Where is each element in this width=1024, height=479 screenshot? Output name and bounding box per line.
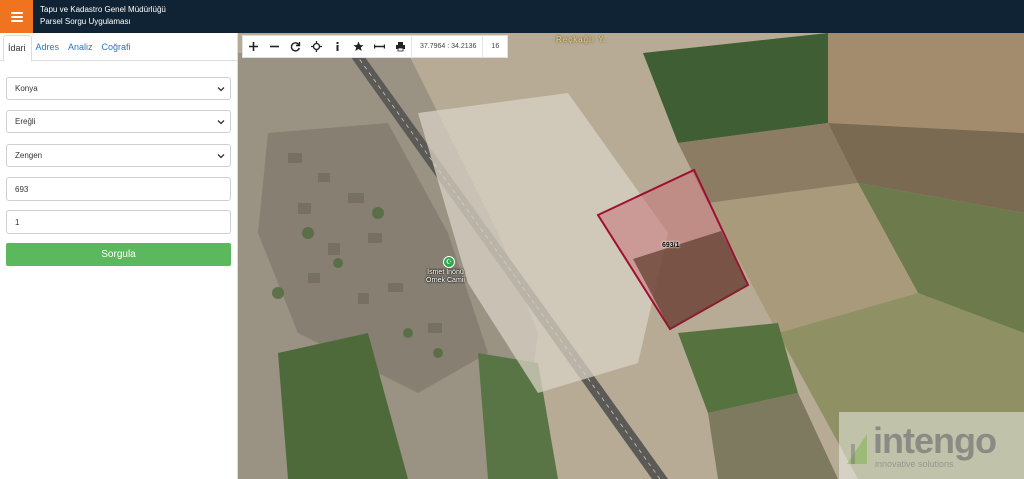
info-icon bbox=[336, 42, 339, 51]
star-icon bbox=[353, 41, 364, 51]
app-title-line2: Parsel Sorgu Uygulaması bbox=[40, 17, 131, 26]
poi-label-line2: Örnek Camii bbox=[426, 277, 465, 284]
query-button[interactable]: Sorgula bbox=[6, 243, 231, 266]
chevron-down-icon bbox=[217, 87, 225, 92]
measure-button[interactable] bbox=[369, 36, 390, 57]
locate-button[interactable] bbox=[306, 36, 327, 57]
panel-tabs: İdari Adres Analiz Coğrafi bbox=[0, 33, 237, 62]
zoom-out-button[interactable] bbox=[264, 36, 285, 57]
district-value: Ereğli bbox=[15, 117, 36, 126]
tab-analiz[interactable]: Analiz bbox=[64, 33, 98, 61]
chevron-down-icon bbox=[217, 120, 225, 125]
logo-subtext: innovative solutions bbox=[875, 459, 954, 469]
coordinate-readout: 37.7964 : 34.2136 bbox=[411, 35, 482, 58]
minus-icon bbox=[270, 45, 279, 48]
province-value: Konya bbox=[15, 84, 38, 93]
measure-icon bbox=[374, 44, 385, 49]
poi-label-line1: İsmet İnönü bbox=[427, 269, 464, 276]
hamburger-icon bbox=[10, 11, 23, 22]
zoom-level: 16 bbox=[482, 35, 507, 58]
logo-mark-icon bbox=[847, 434, 867, 464]
tab-adres[interactable]: Adres bbox=[32, 33, 65, 61]
chevron-down-icon bbox=[217, 154, 225, 159]
parcel-label: 693/1 bbox=[662, 242, 680, 249]
plus-icon bbox=[249, 42, 258, 51]
refresh-icon bbox=[290, 42, 301, 52]
print-icon bbox=[396, 42, 405, 52]
refresh-button[interactable] bbox=[285, 36, 306, 57]
poi-label: İsmet İnönü Örnek Camii bbox=[426, 269, 465, 285]
province-select[interactable]: Konya bbox=[6, 77, 231, 100]
logo-text: intengo bbox=[873, 420, 997, 461]
parcel-number-input[interactable]: 1 bbox=[6, 210, 231, 234]
tab-cografi[interactable]: Coğrafi bbox=[98, 33, 136, 61]
print-button[interactable] bbox=[390, 36, 411, 57]
app-header: Tapu ve Kadastro Genel Müdürlüğü Parsel … bbox=[0, 0, 1024, 33]
tab-idari[interactable]: İdari bbox=[3, 35, 32, 62]
block-number-input[interactable]: 693 bbox=[6, 177, 231, 201]
zoom-in-button[interactable] bbox=[243, 36, 264, 57]
app-title-line1: Tapu ve Kadastro Genel Müdürlüğü bbox=[40, 5, 166, 14]
favorite-button[interactable] bbox=[348, 36, 369, 57]
map-toolbar: 37.7964 : 34.2136 16 bbox=[242, 35, 509, 58]
place-label: Reçkağlı Y. bbox=[556, 35, 607, 44]
app-title: Tapu ve Kadastro Genel Müdürlüğü Parsel … bbox=[40, 4, 166, 28]
parcel-number-value: 1 bbox=[15, 217, 20, 227]
locate-icon bbox=[311, 41, 322, 52]
intengo-logo: intengo innovative solutions bbox=[839, 412, 1024, 479]
neighborhood-select[interactable]: Zengen bbox=[6, 144, 231, 167]
info-button[interactable] bbox=[327, 36, 348, 57]
query-panel: İdari Adres Analiz Coğrafi Konya Ereğli … bbox=[0, 33, 238, 479]
menu-button[interactable] bbox=[0, 0, 33, 33]
neighborhood-value: Zengen bbox=[15, 151, 43, 160]
mosque-pin-icon[interactable]: ☪ bbox=[443, 256, 455, 268]
block-number-value: 693 bbox=[15, 184, 29, 194]
district-select[interactable]: Ereğli bbox=[6, 110, 231, 133]
map-view[interactable]: 37.7964 : 34.2136 16 Reçkağlı Y. ☪ İsmet… bbox=[238, 33, 1024, 479]
